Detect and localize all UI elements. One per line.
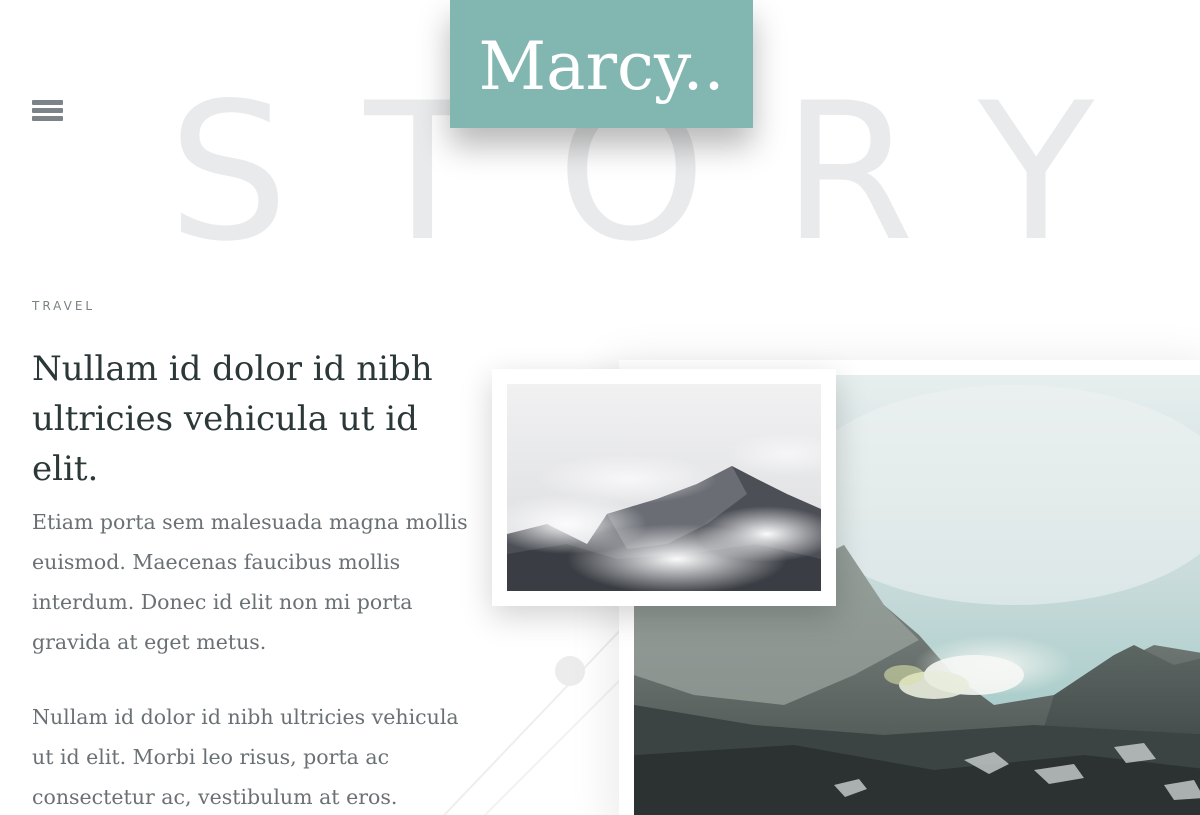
article-title: Nullam id dolor id nibh ultricies vehicu… (32, 349, 433, 489)
menu-bar-top (32, 100, 63, 105)
logo-text: Marcy.. (478, 27, 725, 105)
article-category[interactable]: TRAVEL (32, 299, 95, 313)
hamburger-menu-icon[interactable] (32, 100, 64, 128)
article-paragraph: Nullam id dolor id nibh ultricies vehicu… (32, 705, 459, 809)
menu-bar-bottom (32, 116, 63, 121)
misty-mountain-photo[interactable] (507, 384, 821, 591)
site-logo[interactable]: Marcy.. (450, 0, 753, 128)
article-paragraph: Etiam porta sem malesuada magna mollis e… (32, 510, 468, 654)
menu-bar-middle (32, 108, 63, 113)
misty-mountain-image (507, 384, 821, 591)
